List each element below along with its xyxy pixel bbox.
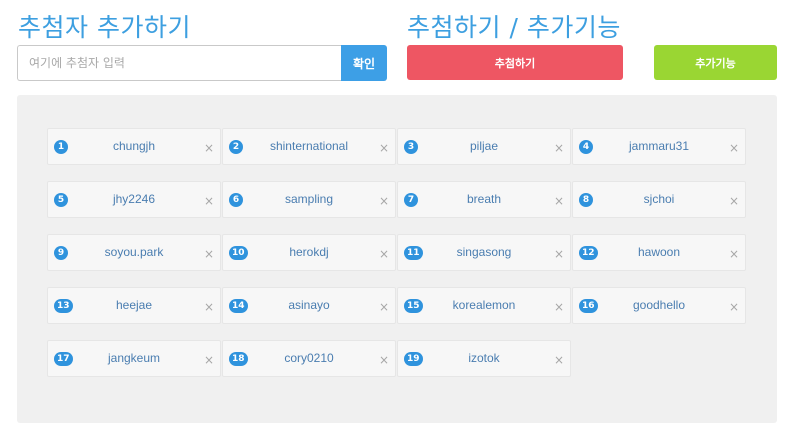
participant-item: 1 chungjh × xyxy=(47,128,221,165)
participant-item: 11 singasong × xyxy=(397,234,571,271)
participant-name: asinayo xyxy=(288,298,330,312)
participant-item: 19 izotok × xyxy=(397,340,571,377)
draw-button[interactable]: 추첨하기 xyxy=(407,45,623,80)
close-icon[interactable]: × xyxy=(378,353,390,367)
participant-name: jhy2246 xyxy=(112,192,156,206)
close-icon[interactable]: × xyxy=(203,194,215,208)
confirm-button[interactable]: 확인 xyxy=(341,45,387,81)
participant-number-badge: 1 xyxy=(54,140,68,154)
draw-section-title: 추첨하기 / 추가기능 xyxy=(407,13,621,42)
participant-number-badge: 2 xyxy=(229,140,243,154)
participant-item: 8 sjchoi × xyxy=(572,181,746,218)
close-icon[interactable]: × xyxy=(378,247,390,261)
close-icon[interactable]: × xyxy=(203,141,215,155)
participant-name: breath xyxy=(466,192,502,206)
participant-name: herokdj xyxy=(289,245,329,259)
participant-item: 3 piljae × xyxy=(397,128,571,165)
close-icon[interactable]: × xyxy=(728,247,740,261)
participant-name: jangkeum xyxy=(107,351,161,365)
participant-name: shinternational xyxy=(269,139,349,153)
participant-item: 14 asinayo × xyxy=(222,287,396,324)
participant-item: 13 heejae × xyxy=(47,287,221,324)
close-icon[interactable]: × xyxy=(203,353,215,367)
participant-number-badge: 6 xyxy=(229,193,243,207)
participant-name: piljae xyxy=(469,139,499,153)
close-icon[interactable]: × xyxy=(553,300,565,314)
participant-item: 4 jammaru31 × xyxy=(572,128,746,165)
add-participant-title: 추첨자 추가하기 xyxy=(18,13,191,42)
participant-grid: 1 chungjh × 2 shinternational × 3 piljae × 4 jamma… xyxy=(47,128,746,377)
participant-item: 2 shinternational × xyxy=(222,128,396,165)
participant-name: sjchoi xyxy=(643,192,675,206)
close-icon[interactable]: × xyxy=(728,194,740,208)
participant-input-group: 확인 xyxy=(17,45,387,81)
participant-name: izotok xyxy=(468,351,500,365)
participant-number-badge: 5 xyxy=(54,193,68,207)
close-icon[interactable]: × xyxy=(203,247,215,261)
participant-name: sampling xyxy=(284,192,334,206)
participant-name: chungjh xyxy=(112,139,156,153)
participant-name: goodhello xyxy=(632,298,686,312)
participant-name: cory0210 xyxy=(284,351,334,365)
close-icon[interactable]: × xyxy=(553,247,565,261)
participant-item: 17 jangkeum × xyxy=(47,340,221,377)
participant-item: 16 goodhello × xyxy=(572,287,746,324)
participant-number-badge: 3 xyxy=(404,140,418,154)
participant-list-panel: 1 chungjh × 2 shinternational × 3 piljae × 4 jamma… xyxy=(17,95,777,423)
participant-name: korealemon xyxy=(452,298,516,312)
participant-number-badge: 9 xyxy=(54,246,68,260)
participant-item: 6 sampling × xyxy=(222,181,396,218)
close-icon[interactable]: × xyxy=(378,300,390,314)
close-icon[interactable]: × xyxy=(378,194,390,208)
participant-number-badge: 8 xyxy=(579,193,593,207)
participant-item: 18 cory0210 × xyxy=(222,340,396,377)
close-icon[interactable]: × xyxy=(553,194,565,208)
close-icon[interactable]: × xyxy=(728,300,740,314)
close-icon[interactable]: × xyxy=(553,353,565,367)
participant-number-badge: 4 xyxy=(579,140,593,154)
participant-name: heejae xyxy=(115,298,153,312)
extra-features-button[interactable]: 추가기능 xyxy=(654,45,777,80)
participant-item: 10 herokdj × xyxy=(222,234,396,271)
participant-name: hawoon xyxy=(637,245,681,259)
participant-name: jammaru31 xyxy=(628,139,690,153)
participant-item: 7 breath × xyxy=(397,181,571,218)
participant-item: 9 soyou.park × xyxy=(47,234,221,271)
close-icon[interactable]: × xyxy=(378,141,390,155)
close-icon[interactable]: × xyxy=(203,300,215,314)
close-icon[interactable]: × xyxy=(728,141,740,155)
participant-item: 12 hawoon × xyxy=(572,234,746,271)
participant-item: 5 jhy2246 × xyxy=(47,181,221,218)
participant-name: soyou.park xyxy=(104,245,164,259)
participant-name: singasong xyxy=(456,245,512,259)
participant-item: 15 korealemon × xyxy=(397,287,571,324)
close-icon[interactable]: × xyxy=(553,141,565,155)
participant-name-input[interactable] xyxy=(17,45,341,81)
participant-number-badge: 7 xyxy=(404,193,418,207)
